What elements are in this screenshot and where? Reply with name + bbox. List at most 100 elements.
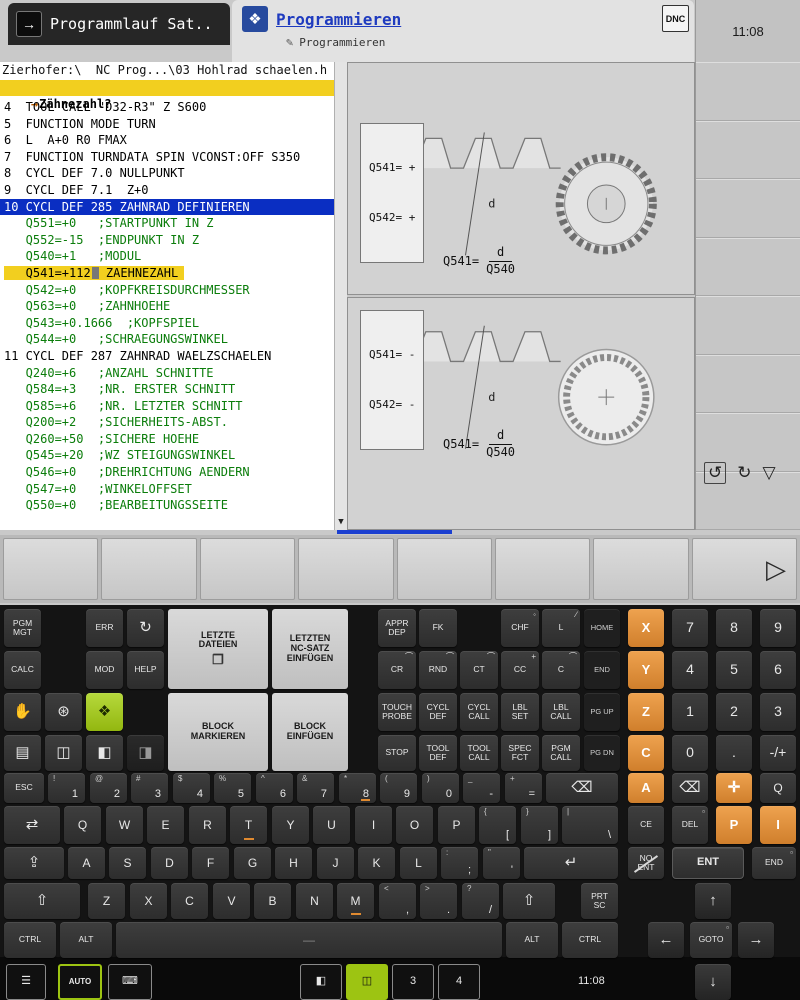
handwheel-mode-key[interactable]: ⊛ xyxy=(45,693,82,731)
program-line[interactable]: Q585=+6 ;NR. LETZTER SCHNITT xyxy=(0,398,334,415)
pgm-call-key[interactable]: PGM CALL xyxy=(542,735,580,771)
alt-right-key[interactable]: ALT xyxy=(506,922,558,958)
space-key[interactable]: — xyxy=(116,922,502,958)
num-2-key[interactable]: 2 xyxy=(716,693,752,731)
p-key[interactable]: P xyxy=(716,806,752,844)
lbl-call-key[interactable]: LBL CALL xyxy=(542,693,580,731)
backspace-key[interactable]: ⌫ xyxy=(546,773,618,803)
letter-m-key[interactable]: M xyxy=(337,883,374,919)
appr-dep-key[interactable]: APPR DEP xyxy=(378,609,416,647)
softkey-5[interactable] xyxy=(397,538,492,600)
calc-key[interactable]: CALC xyxy=(4,651,41,689)
program-line[interactable]: Q541=+112 ZAEHNEZAHL xyxy=(0,265,334,282)
minus-key[interactable]: _- xyxy=(463,773,500,803)
arrow-right-key[interactable]: → xyxy=(738,922,774,958)
letter-a-key[interactable]: A xyxy=(68,847,105,879)
letter-k-key[interactable]: K xyxy=(358,847,395,879)
dnc-button[interactable]: DNC xyxy=(662,5,689,32)
digit-5-key[interactable]: %5 xyxy=(214,773,251,803)
letter-d-key[interactable]: D xyxy=(151,847,188,879)
chf-key[interactable]: CHF◦ xyxy=(501,609,539,647)
num-9-key[interactable]: 9 xyxy=(760,609,796,647)
digit-1-key[interactable]: !1 xyxy=(48,773,85,803)
softkey-7[interactable] xyxy=(593,538,688,600)
program-line[interactable]: 11 CYCL DEF 287 ZAHNRAD WAELZSCHAELEN xyxy=(0,348,334,365)
letter-l-key[interactable]: L xyxy=(400,847,437,879)
actual-position-key[interactable]: ✛ xyxy=(716,773,752,803)
goto-key[interactable]: GOTO▫ xyxy=(690,922,732,958)
program-line[interactable]: 9 CYCL DEF 7.1 Z+0 xyxy=(0,182,334,199)
ctrl-right-key[interactable]: CTRL xyxy=(562,922,618,958)
program-line[interactable]: Q240=+6 ;ANZAHL SCHNITTE xyxy=(0,365,334,382)
letzte-dateien-key[interactable]: LETZTE DATEIEN❐ xyxy=(168,609,268,689)
letter-q-key[interactable]: Q xyxy=(64,806,101,844)
err-key[interactable]: ERR xyxy=(86,609,123,647)
digit-2-key[interactable]: @2 xyxy=(90,773,127,803)
letter-r-key[interactable]: R xyxy=(189,806,226,844)
tool-def-key[interactable]: TOOL DEF xyxy=(419,735,457,771)
tab-programmlauf[interactable]: → Programmlauf Sat.. xyxy=(8,3,230,45)
num-8-key[interactable]: 8 xyxy=(716,609,752,647)
right-softkey-2[interactable] xyxy=(696,121,800,180)
letter-y-key[interactable]: Y xyxy=(272,806,309,844)
lbl-set-key[interactable]: LBL SET xyxy=(501,693,539,731)
program-line[interactable]: Q551=+0 ;STARTPUNKT IN Z xyxy=(0,215,334,232)
right-softkey-3[interactable] xyxy=(696,179,800,238)
shift-left-key[interactable]: ⇧ xyxy=(4,883,80,919)
digit-8-key[interactable]: *8 xyxy=(339,773,376,803)
tab-programmieren[interactable]: ❖ Programmieren ✎ Programmieren xyxy=(232,0,694,62)
taskbar-4-key[interactable]: 4 xyxy=(438,964,480,1000)
refresh-icon-key[interactable]: ↻ xyxy=(127,609,164,647)
cr-key[interactable]: CR⌒ xyxy=(378,651,416,689)
digit-4-key[interactable]: $4 xyxy=(173,773,210,803)
right-softkey-6[interactable] xyxy=(696,355,800,414)
return-key[interactable]: ↵ xyxy=(524,847,618,879)
letter-s-key[interactable]: S xyxy=(109,847,146,879)
program-line[interactable]: Q550=+0 ;BEARBEITUNGSSEITE xyxy=(0,497,334,514)
nabla-icon[interactable]: ▽ xyxy=(763,463,776,483)
cc-key[interactable]: CC+ xyxy=(501,651,539,689)
touch-probe-key[interactable]: TOUCH PROBE xyxy=(378,693,416,731)
program-list-key[interactable]: ▤ xyxy=(4,735,41,771)
help-key[interactable]: HELP xyxy=(127,651,164,689)
program-line[interactable]: Q563=+0 ;ZAHNHOEHE xyxy=(0,298,334,315)
window-toggle-key[interactable]: ◨ xyxy=(127,735,164,771)
num-5-key[interactable]: 5 xyxy=(716,651,752,689)
block-einfuegen-key[interactable]: BLOCK EINFÜGEN xyxy=(272,693,348,771)
taskbar-active-key[interactable]: ◫ xyxy=(346,964,388,1000)
num-1-key[interactable]: 1 xyxy=(672,693,708,731)
letter-v-key[interactable]: V xyxy=(213,883,250,919)
letter-u-key[interactable]: U xyxy=(313,806,350,844)
esc-key[interactable]: ESC xyxy=(4,773,44,803)
program-line[interactable]: Q546=+0 ;DREHRICHTUNG AENDERN xyxy=(0,464,334,481)
digit-9-key[interactable]: (9 xyxy=(380,773,417,803)
spec-fct-key[interactable]: SPEC FCT xyxy=(501,735,539,771)
backslash-key[interactable]: |\ xyxy=(562,806,618,844)
program-line[interactable]: 6 L A+0 R0 FMAX xyxy=(0,132,334,149)
softkey-8[interactable]: ▷ xyxy=(692,538,797,600)
del-key[interactable]: DEL▫ xyxy=(672,806,708,844)
arrow-down-key[interactable]: ↓ xyxy=(695,964,731,1000)
restore-box-icon[interactable]: ↺ xyxy=(704,462,726,484)
letter-f-key[interactable]: F xyxy=(192,847,229,879)
letter-e-key[interactable]: E xyxy=(147,806,184,844)
taskbar-screen-key[interactable]: ◧ xyxy=(300,964,342,1000)
stop-key[interactable]: STOP xyxy=(378,735,416,771)
cycl-call-key[interactable]: CYCL CALL xyxy=(460,693,498,731)
program-line[interactable]: Q200=+2 ;SICHERHEITS-ABST. xyxy=(0,414,334,431)
letzten-nc-satz-einfuegen-key[interactable]: LETZTEN NC-SATZ EINFÜGEN xyxy=(272,609,348,689)
rnd-key[interactable]: RND⌒ xyxy=(419,651,457,689)
program-line[interactable]: 8 CYCL DEF 7.0 NULLPUNKT xyxy=(0,165,334,182)
num-4-key[interactable]: 4 xyxy=(672,651,708,689)
pgm-mgt-key[interactable]: PGM MGT xyxy=(4,609,41,647)
program-line[interactable]: Q547=+0 ;WINKELOFFSET xyxy=(0,481,334,498)
program-line[interactable]: Q260=+50 ;SICHERE HOEHE xyxy=(0,431,334,448)
c-key[interactable]: C⌒ xyxy=(542,651,580,689)
bracket-close-key[interactable]: }] xyxy=(521,806,558,844)
softkey-2[interactable] xyxy=(101,538,196,600)
decimal-key[interactable]: . xyxy=(716,735,752,771)
quote-key[interactable]: "' xyxy=(483,847,520,879)
manual-mode-key[interactable]: ✋ xyxy=(4,693,41,731)
letter-z-key[interactable]: Z xyxy=(88,883,125,919)
num-6-key[interactable]: 6 xyxy=(760,651,796,689)
